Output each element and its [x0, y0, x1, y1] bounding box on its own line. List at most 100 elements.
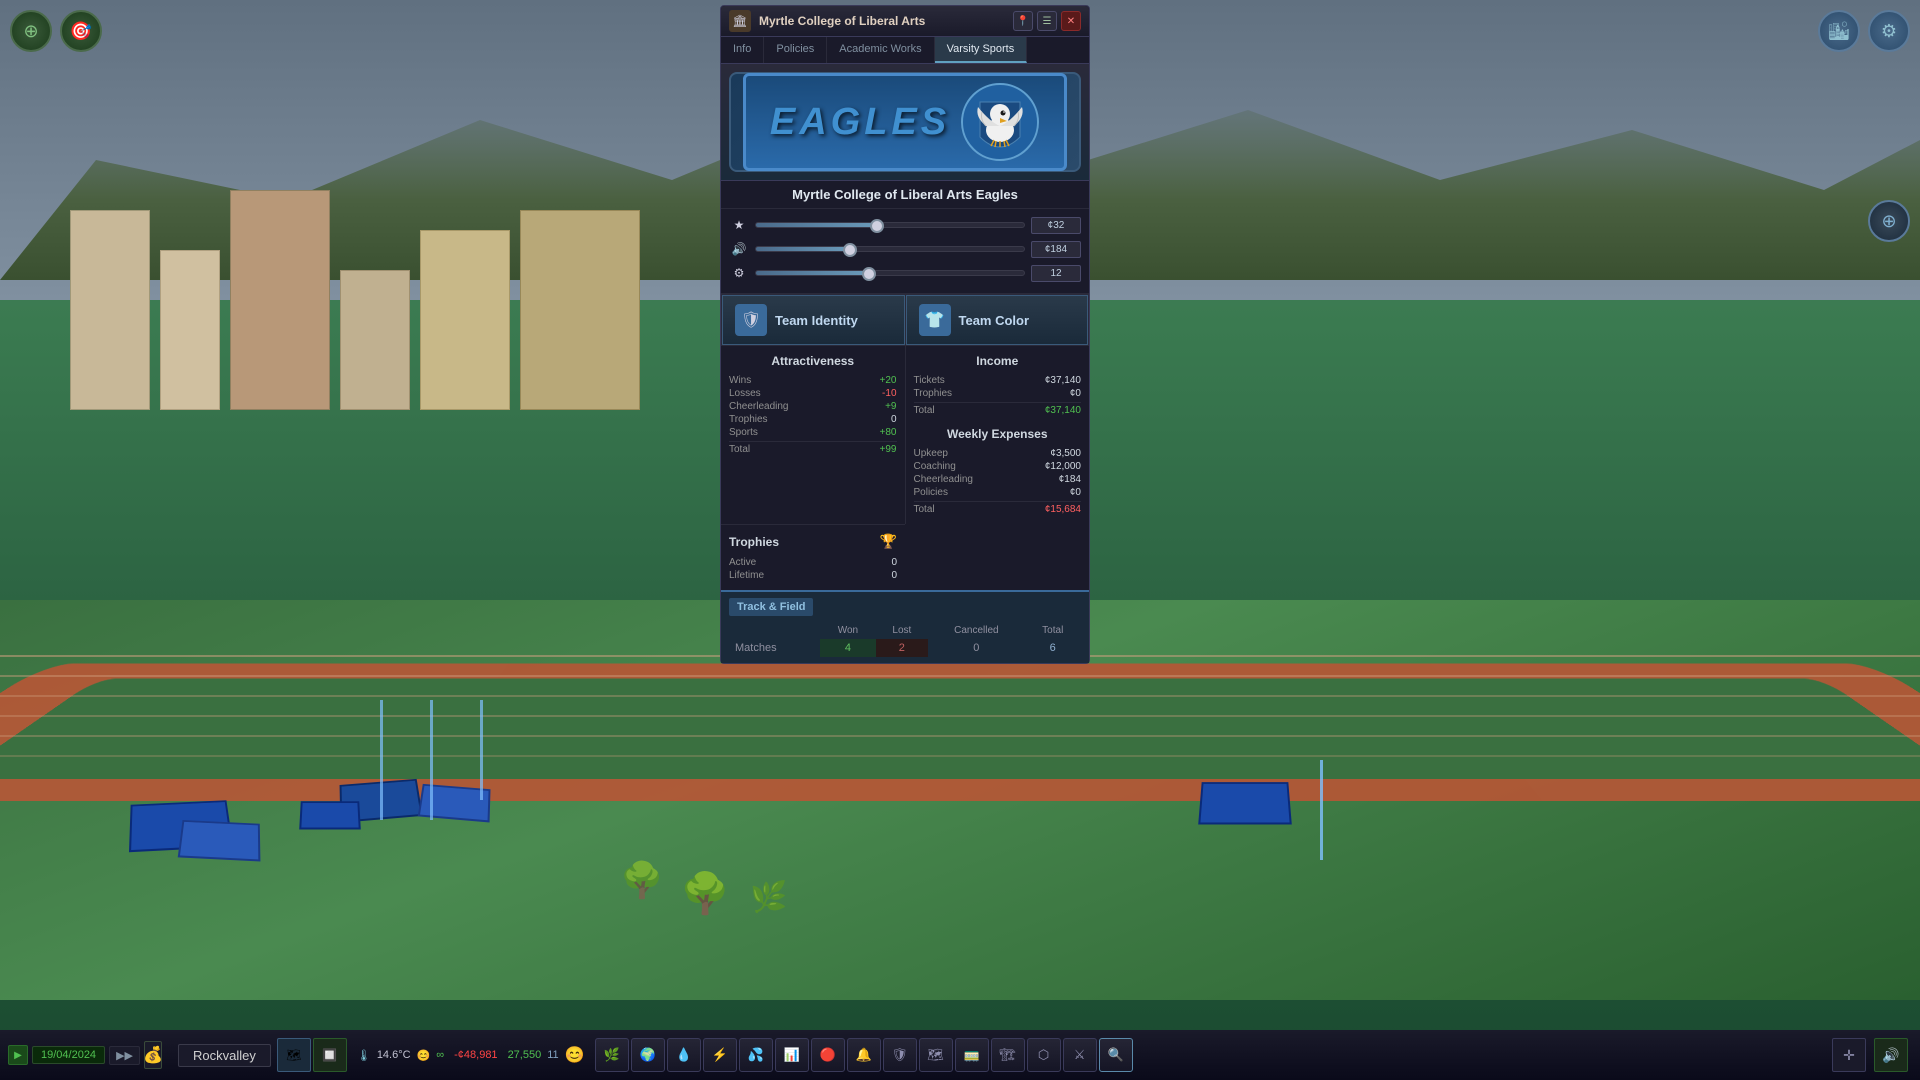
move-button[interactable]: ✛ — [1832, 1038, 1866, 1072]
slider-icon-1: ★ — [729, 215, 749, 235]
panel-close-button[interactable]: ✕ — [1061, 11, 1081, 31]
slider-value-1: ¢32 — [1031, 217, 1081, 234]
smiley-icon: 😊 — [565, 1045, 585, 1065]
stat-active-trophies: Active 0 — [729, 556, 897, 569]
tool-zone[interactable]: 🌍 — [631, 1038, 665, 1072]
slider-track-2[interactable] — [755, 246, 1025, 252]
expense-display: -¢48,981 — [454, 1049, 497, 1061]
slider-row-3: ⚙ 12 — [729, 263, 1081, 283]
stat-upkeep-value: ¢3,500 — [1050, 448, 1081, 459]
stat-trophies-income: Trophies ¢0 — [914, 387, 1082, 400]
row-matches-label: Matches — [729, 639, 820, 657]
tool-search[interactable]: 🔍 — [1099, 1038, 1133, 1072]
top-left-ui: ⊕ 🎯 — [10, 10, 102, 52]
stat-active-value: 0 — [891, 557, 897, 568]
slider-thumb-1[interactable] — [870, 219, 884, 233]
row-matches-total: 6 — [1024, 639, 1081, 657]
slider-thumb-3[interactable] — [862, 267, 876, 281]
tool-build[interactable]: 🏗 — [991, 1038, 1025, 1072]
tool-hex[interactable]: ⬡ — [1027, 1038, 1061, 1072]
city-view-button[interactable]: 🏙 — [1818, 10, 1860, 52]
income-display: 27,550 — [508, 1049, 542, 1061]
panel-title-icons: 📍 ☰ ✕ — [1013, 11, 1081, 31]
stat-tickets: Tickets ¢37,140 — [914, 374, 1082, 387]
trophies-title: Trophies — [729, 535, 779, 549]
menu-button[interactable]: ⊕ — [10, 10, 52, 52]
money-button[interactable]: 💰 — [144, 1041, 162, 1069]
volume-button[interactable]: 🔊 — [1874, 1038, 1908, 1072]
stat-tickets-label: Tickets — [914, 375, 945, 386]
income-title: Income — [914, 354, 1082, 368]
panel-titlebar: 🏛 Myrtle College of Liberal Arts 📍 ☰ ✕ — [721, 6, 1089, 37]
team-color-button[interactable]: 👕 Team Color — [906, 295, 1089, 345]
skip-button[interactable]: ▶▶ — [109, 1046, 140, 1065]
slider-row-2: 🔊 ¢184 — [729, 239, 1081, 259]
tool-road[interactable]: 💧 — [667, 1038, 701, 1072]
panel-tabs: Info Policies Academic Works Varsity Spo… — [721, 37, 1089, 64]
play-button[interactable]: ▶ — [8, 1045, 28, 1065]
stat-total-exp-value: ¢15,684 — [1045, 504, 1081, 515]
stat-total-attr: Total +99 — [729, 441, 897, 456]
team-color-icon: 👕 — [919, 304, 951, 336]
tool-map[interactable]: 🗺 — [919, 1038, 953, 1072]
team-name-logo: EAGLES — [770, 101, 950, 144]
tool-disaster[interactable]: 🔴 — [811, 1038, 845, 1072]
stat-cheerleading-value: +9 — [885, 401, 896, 412]
team-identity-button[interactable]: 🛡 Team Identity — [722, 295, 905, 345]
stat-sports-label: Sports — [729, 427, 758, 438]
target-button[interactable]: 🎯 — [60, 10, 102, 52]
building-icon: 🏛 — [729, 10, 751, 32]
minimap-button[interactable]: 🗺 — [277, 1038, 311, 1072]
team-logo-bg: EAGLES — [729, 72, 1081, 172]
stat-losses: Losses -10 — [729, 387, 897, 400]
attractiveness-title: Attractiveness — [729, 354, 897, 368]
team-color-label: Team Color — [959, 313, 1030, 328]
tool-police[interactable]: 🛡 — [883, 1038, 917, 1072]
tool-power[interactable]: ⚡ — [703, 1038, 737, 1072]
stat-tickets-value: ¢37,140 — [1045, 375, 1081, 386]
stat-upkeep-label: Upkeep — [914, 448, 948, 459]
stat-losses-label: Losses — [729, 388, 761, 399]
stat-lifetime-label: Lifetime — [729, 570, 764, 581]
zone-button[interactable]: 🔲 — [313, 1038, 347, 1072]
th-empty — [729, 622, 820, 639]
stat-cheerleading-exp: Cheerleading ¢184 — [914, 473, 1082, 486]
slider-value-3: 12 — [1031, 265, 1081, 282]
panel-location-button[interactable]: 📍 — [1013, 11, 1033, 31]
table-row: Matches 4 2 0 6 — [729, 639, 1081, 657]
compass-icon[interactable]: ⊕ — [1868, 200, 1910, 242]
stat-lifetime-trophies: Lifetime 0 — [729, 569, 897, 582]
location-icon: 📍 — [1017, 16, 1029, 27]
stat-trophies-attr-value: 0 — [891, 414, 897, 425]
stat-lifetime-value: 0 — [891, 570, 897, 581]
stat-total-attr-label: Total — [729, 444, 750, 455]
tab-info[interactable]: Info — [721, 37, 764, 63]
tool-stats[interactable]: 📊 — [775, 1038, 809, 1072]
tool-water[interactable]: 💦 — [739, 1038, 773, 1072]
stat-total-income: Total ¢37,140 — [914, 402, 1082, 417]
happiness-icon: 😊 — [417, 1049, 431, 1062]
tool-landscape[interactable]: 🌿 — [595, 1038, 629, 1072]
slider-icon-2: 🔊 — [729, 239, 749, 259]
stat-total-expenses: Total ¢15,684 — [914, 501, 1082, 516]
settings-button[interactable]: ⚙ — [1868, 10, 1910, 52]
panel-list-button[interactable]: ☰ — [1037, 11, 1057, 31]
trophies-header: Trophies 🏆 — [729, 533, 897, 550]
slider-track-3[interactable] — [755, 270, 1025, 276]
tab-academic-works[interactable]: Academic Works — [827, 37, 934, 63]
stat-cheerleading: Cheerleading +9 — [729, 400, 897, 413]
tab-policies[interactable]: Policies — [764, 37, 827, 63]
tool-transport[interactable]: 🚃 — [955, 1038, 989, 1072]
row-matches-won: 4 — [820, 639, 875, 657]
row-matches-lost: 2 — [876, 639, 929, 657]
slider-track-1[interactable] — [755, 222, 1025, 228]
stat-policies-exp-value: ¢0 — [1070, 487, 1081, 498]
slider-thumb-2[interactable] — [843, 243, 857, 257]
tool-alert[interactable]: 🔔 — [847, 1038, 881, 1072]
stat-sports-value: +80 — [880, 427, 897, 438]
taskbar-left: ▶ 19/04/2024 ▶▶ 💰 — [0, 1041, 170, 1069]
tool-bulldoze[interactable]: ⚔ — [1063, 1038, 1097, 1072]
stat-wins-label: Wins — [729, 375, 751, 386]
tab-varsity-sports[interactable]: Varsity Sports — [935, 37, 1028, 63]
stat-losses-value: -10 — [882, 388, 896, 399]
